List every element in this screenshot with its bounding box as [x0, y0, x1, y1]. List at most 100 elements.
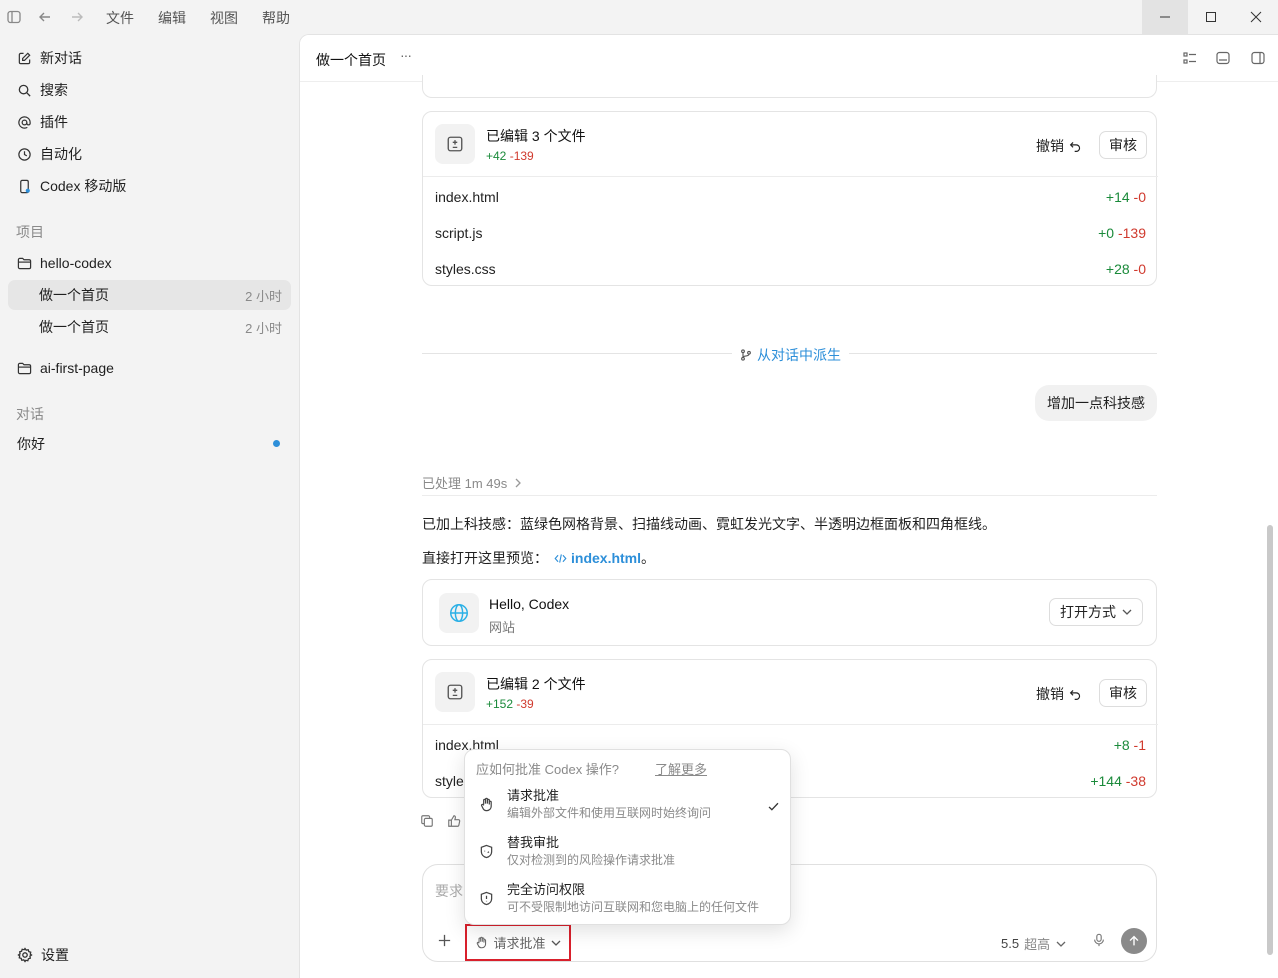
- lines-added: +8: [1113, 737, 1130, 753]
- lines-added: +0: [1098, 225, 1115, 241]
- reply-text: 已加上科技感：蓝绿色网格背景、扫描线动画、霓虹发光文字、半透明边框面板和四角框线…: [422, 516, 996, 532]
- lines-removed: -1: [1133, 737, 1146, 753]
- list-icon[interactable]: [1182, 50, 1198, 66]
- lines-added: +152: [486, 697, 514, 711]
- at-icon: [16, 114, 32, 130]
- project-name: hello-codex: [40, 255, 112, 271]
- site-card[interactable]: Hello, Codex 网站 打开方式: [422, 579, 1157, 646]
- menu-view[interactable]: 视图: [210, 8, 238, 28]
- clock-icon: [16, 146, 32, 162]
- sidebar-item-label: 自动化: [40, 146, 82, 162]
- copy-icon[interactable]: [420, 814, 434, 828]
- lines-removed: -39: [516, 697, 534, 711]
- site-subtitle: 网站: [489, 620, 516, 635]
- divider: [423, 724, 1158, 725]
- sidebar-item-label: Codex 移动版: [40, 178, 127, 194]
- fork-link[interactable]: 从对话中派生: [732, 345, 849, 365]
- hand-icon: [475, 936, 488, 949]
- folder-icon: [16, 255, 32, 271]
- option-auto-review[interactable]: 替我审批 仅对检测到的风险操作请求批准: [465, 832, 790, 876]
- file-row[interactable]: script.js +0 -139: [435, 222, 1146, 244]
- option-request-approval[interactable]: 请求批准 编辑外部文件和使用互联网时始终询问: [465, 785, 790, 829]
- open-with-button[interactable]: 打开方式: [1049, 598, 1143, 626]
- settings-button[interactable]: 设置: [9, 940, 292, 970]
- chevron-right-icon: [513, 478, 523, 488]
- menu-file[interactable]: 文件: [106, 8, 134, 28]
- index-html-link[interactable]: index.html: [571, 550, 641, 566]
- sidebar-item-mobile[interactable]: Codex 移动版: [8, 171, 291, 201]
- thread-item[interactable]: 做一个首页 2 小时: [8, 312, 291, 342]
- processed-toggle[interactable]: 已处理 1m 49s: [422, 473, 523, 492]
- reply-preview-line: 直接打开这里预览： index.html 。: [422, 548, 655, 568]
- model-selector[interactable]: 5.5 超高: [1001, 934, 1066, 953]
- send-button[interactable]: [1121, 928, 1147, 954]
- project-ai-first-page[interactable]: ai-first-page: [8, 353, 291, 383]
- approval-popup: 应如何批准 Codex 操作? 了解更多 请求批准 编辑外部文件和使用互联网时始…: [464, 749, 791, 925]
- undo-button[interactable]: 撤销: [1036, 684, 1082, 704]
- user-message-text: 增加一点科技感: [1047, 395, 1145, 411]
- lines-added: +42: [486, 149, 507, 163]
- sidebar-item-plugins[interactable]: 插件: [8, 107, 291, 137]
- review-button[interactable]: 审核: [1099, 131, 1147, 159]
- sidebar-item-automation[interactable]: 自动化: [8, 139, 291, 169]
- processed-label: 已处理 1m 49s: [422, 476, 508, 491]
- edited-title: 已编辑 3 个文件: [486, 128, 586, 144]
- file-name: script.js: [435, 225, 483, 241]
- minimize-button[interactable]: [1142, 0, 1188, 34]
- site-title: Hello, Codex: [489, 596, 570, 612]
- sidebar-item-new-chat[interactable]: 新对话: [8, 43, 291, 73]
- hand-icon: [477, 795, 495, 813]
- file-row[interactable]: styles.css +28 -0: [435, 258, 1146, 280]
- project-hello-codex[interactable]: hello-codex: [8, 248, 291, 278]
- option-title: 完全访问权限: [507, 882, 586, 897]
- scrollbar[interactable]: [1267, 525, 1273, 955]
- thread-item-active[interactable]: 做一个首页 2 小时: [8, 280, 291, 310]
- menu-edit[interactable]: 编辑: [158, 8, 186, 28]
- maximize-button[interactable]: [1188, 0, 1234, 34]
- sidebar-item-search[interactable]: 搜索: [8, 75, 291, 105]
- sidebar-item-label: 新对话: [40, 50, 82, 66]
- thread-title: 做一个首页: [39, 319, 109, 335]
- composer-input[interactable]: 要求: [435, 881, 463, 901]
- microphone-icon[interactable]: [1092, 933, 1106, 947]
- edit-icon: [16, 50, 32, 66]
- undo-icon: [1069, 688, 1082, 701]
- open-with-label: 打开方式: [1060, 604, 1116, 620]
- option-full-access[interactable]: 完全访问权限 可不受限制地访问互联网和您电脑上的任何文件: [465, 879, 790, 923]
- forward-arrow-icon[interactable]: [68, 8, 86, 26]
- file-row[interactable]: index.html +14 -0: [435, 186, 1146, 208]
- chat-item[interactable]: 你好: [8, 429, 291, 459]
- code-icon: [554, 552, 567, 565]
- plus-icon[interactable]: [437, 933, 452, 948]
- undo-icon: [1069, 140, 1082, 153]
- chat-title: 你好: [17, 436, 45, 452]
- sidebar: 新对话 搜索 插件 自动化 Codex 移动版 项目 hello-codex 做…: [0, 34, 299, 978]
- thread-title: 做一个首页: [39, 287, 109, 303]
- preview-suffix: 。: [641, 550, 656, 566]
- projects-section-label: 项目: [16, 224, 44, 240]
- option-desc: 可不受限制地访问互联网和您电脑上的任何文件: [507, 900, 760, 914]
- learn-more-link[interactable]: 了解更多: [655, 759, 707, 778]
- menu-help[interactable]: 帮助: [262, 8, 290, 28]
- review-button[interactable]: 审核: [1099, 679, 1147, 707]
- project-name: ai-first-page: [40, 360, 114, 376]
- phone-icon: [16, 178, 32, 194]
- back-arrow-icon[interactable]: [36, 8, 54, 26]
- close-button[interactable]: [1233, 0, 1278, 34]
- file-name: styles.css: [435, 261, 496, 277]
- panel-right-icon[interactable]: [1250, 50, 1266, 66]
- title-bar: 文件 编辑 视图 帮助: [0, 0, 1278, 34]
- user-message-bubble: 增加一点科技感: [1035, 385, 1157, 421]
- sidebar-item-label: 插件: [40, 114, 68, 130]
- shield-face-icon: [477, 842, 495, 860]
- undo-button[interactable]: 撤销: [1036, 136, 1082, 156]
- divider: [423, 176, 1158, 177]
- approval-mode-button[interactable]: 请求批准: [465, 924, 571, 961]
- gear-icon: [17, 947, 33, 963]
- thumbs-up-icon[interactable]: [447, 814, 461, 828]
- panel-bottom-icon[interactable]: [1215, 50, 1231, 66]
- sidebar-toggle-icon[interactable]: [5, 8, 23, 26]
- thread-time: 2 小时: [245, 320, 282, 336]
- more-options-button[interactable]: ···: [400, 47, 412, 63]
- preview-prefix: 直接打开这里预览：: [422, 550, 548, 566]
